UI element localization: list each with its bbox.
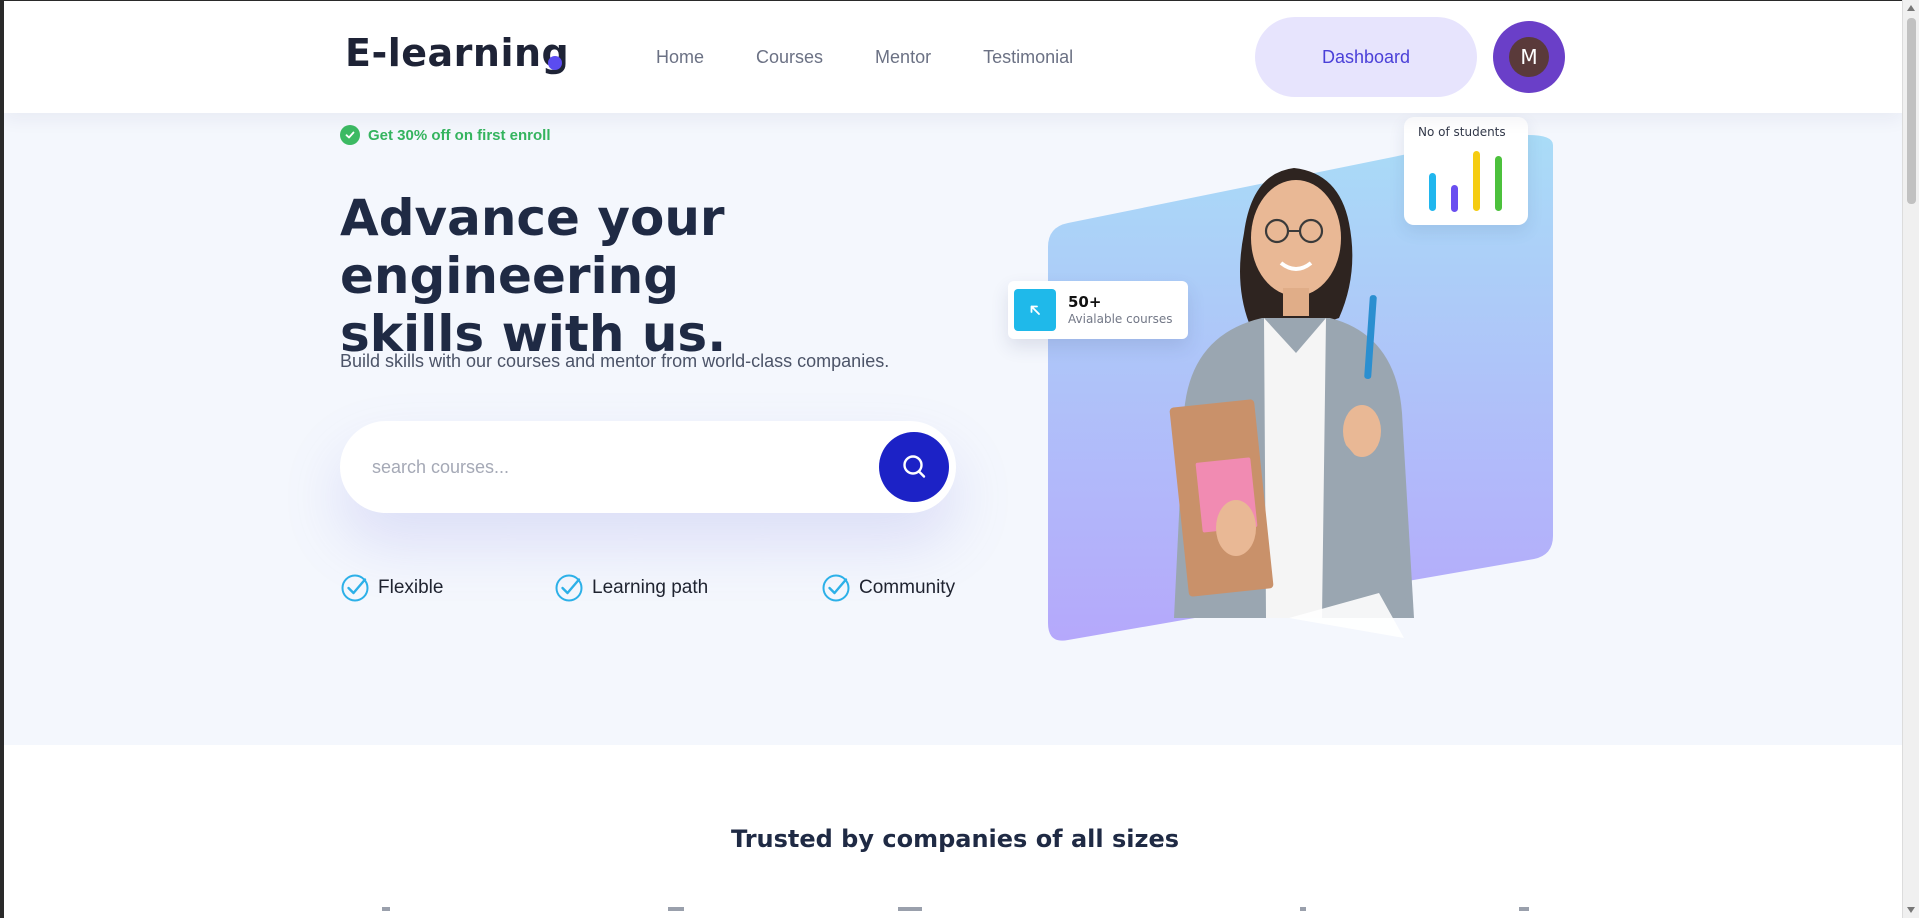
scrollbar-thumb[interactable] <box>1907 18 1916 204</box>
nav-mentor-link[interactable]: Mentor <box>875 47 931 68</box>
trusted-heading: Trusted by companies of all sizes <box>730 825 1180 853</box>
company-logo-3 <box>898 907 922 911</box>
arrow-up-left-icon <box>1014 289 1056 331</box>
scroll-up-arrow-icon[interactable] <box>1907 5 1915 11</box>
hero-illustration: No of students 50+ Avialable courses <box>1004 113 1564 653</box>
user-avatar[interactable]: M <box>1493 21 1565 93</box>
vertical-scrollbar[interactable] <box>1902 0 1919 918</box>
search-input[interactable] <box>372 451 792 483</box>
verified-badge-icon <box>340 125 360 145</box>
feature-label: Flexible <box>378 577 444 598</box>
check-circle-icon <box>555 574 583 602</box>
feature-label: Community <box>859 577 956 598</box>
search-bar <box>340 421 956 513</box>
check-circle-icon <box>341 574 369 602</box>
company-logo-4 <box>1300 907 1306 911</box>
main-nav: Home Courses Mentor Testimonial <box>656 47 1073 68</box>
headline-line-1: Advance your engineering <box>340 189 725 305</box>
scroll-down-arrow-icon[interactable] <box>1907 907 1915 913</box>
students-stat-card: No of students <box>1404 117 1528 225</box>
company-logo-5 <box>1519 907 1529 911</box>
courses-count: 50+ <box>1068 293 1102 311</box>
feature-learning-path: Learning path <box>554 573 708 603</box>
hero-subtext: Build skills with our courses and mentor… <box>340 351 890 371</box>
promo-banner: Get 30% off on first enroll <box>340 125 551 145</box>
nav-home-link[interactable]: Home <box>656 47 704 68</box>
students-bar-1 <box>1429 173 1436 211</box>
hero-headline: Advance your engineering skills with us. <box>340 189 980 363</box>
feature-community: Community <box>821 573 955 603</box>
top-navbar: E-learning Home Courses Mentor Testimoni… <box>4 1 1902 113</box>
browser-viewport: E-learning Home Courses Mentor Testimoni… <box>0 0 1902 918</box>
logo-dot <box>548 56 562 70</box>
students-bar-3 <box>1473 151 1480 211</box>
students-bar-4 <box>1495 156 1502 211</box>
company-logo-2 <box>668 907 684 911</box>
courses-label: Avialable courses <box>1068 312 1173 326</box>
avatar-initial: M <box>1509 37 1549 77</box>
hero-section: Get 30% off on first enroll Advance your… <box>4 113 1902 745</box>
promo-text: Get 30% off on first enroll <box>368 126 551 144</box>
nav-testimonial-link[interactable]: Testimonial <box>983 47 1073 68</box>
students-bar-chart <box>1429 151 1502 212</box>
feature-flexible: Flexible <box>340 573 443 603</box>
search-icon <box>903 455 926 478</box>
dashboard-button[interactable]: Dashboard <box>1255 17 1477 97</box>
search-button[interactable] <box>879 432 949 502</box>
feature-label: Learning path <box>592 577 709 598</box>
students-bar-2 <box>1451 185 1458 212</box>
company-logo-1 <box>382 907 390 911</box>
check-circle-icon <box>822 574 850 602</box>
nav-courses-link[interactable]: Courses <box>756 47 823 68</box>
site-logo[interactable]: E-learning <box>345 31 569 75</box>
courses-stat-card: 50+ Avialable courses <box>1008 281 1188 339</box>
